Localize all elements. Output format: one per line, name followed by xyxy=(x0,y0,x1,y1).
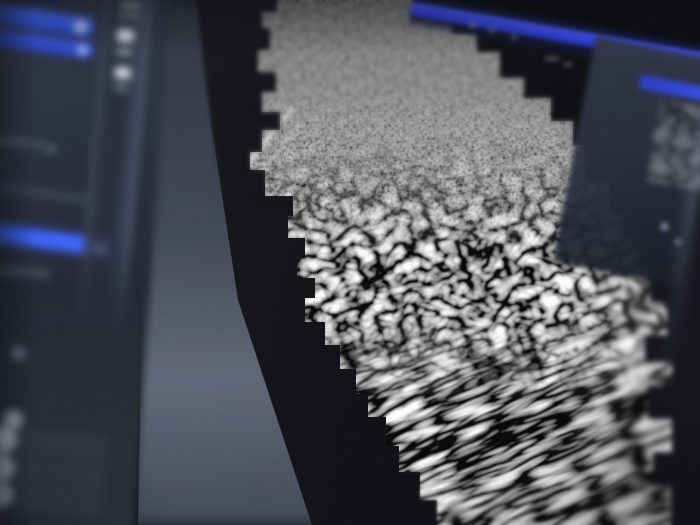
sidebar-row[interactable] xyxy=(0,179,95,205)
row-thumbnail-bokeh xyxy=(0,453,15,482)
sidebar-label-blur xyxy=(34,141,46,150)
layer-list-row[interactable] xyxy=(0,425,108,462)
titlebar-bokeh-dot xyxy=(488,26,496,34)
bokeh-icon-dot xyxy=(660,222,669,231)
toolbar-icon[interactable] xyxy=(114,66,131,79)
titlebar-bokeh-dot xyxy=(465,37,471,43)
glow-indicator-icon xyxy=(72,18,89,35)
monitor-photo-scene xyxy=(0,0,700,525)
sidebar-label-blur xyxy=(0,264,51,279)
toolbar-icon[interactable] xyxy=(114,84,127,91)
toolbar-icon[interactable] xyxy=(117,12,141,20)
right-panel-label-blur xyxy=(545,56,559,61)
titlebar-bokeh-dot xyxy=(510,33,518,41)
titlebar-bokeh-dot xyxy=(468,20,477,29)
bokeh-icon-dot xyxy=(11,346,26,361)
toolbar-icon[interactable] xyxy=(116,47,132,56)
glow-indicator-icon xyxy=(76,43,90,57)
toolbar-icon[interactable] xyxy=(120,0,141,9)
row-thumbnail-bokeh xyxy=(0,480,13,509)
panel-header-bar[interactable] xyxy=(0,0,61,6)
toolbar-icon[interactable] xyxy=(116,28,134,42)
right-panel-label-blur xyxy=(563,62,573,67)
row-thumbnail-bokeh xyxy=(0,425,17,454)
status-dot-icon xyxy=(47,146,54,153)
sidebar-label-blur xyxy=(0,136,30,148)
